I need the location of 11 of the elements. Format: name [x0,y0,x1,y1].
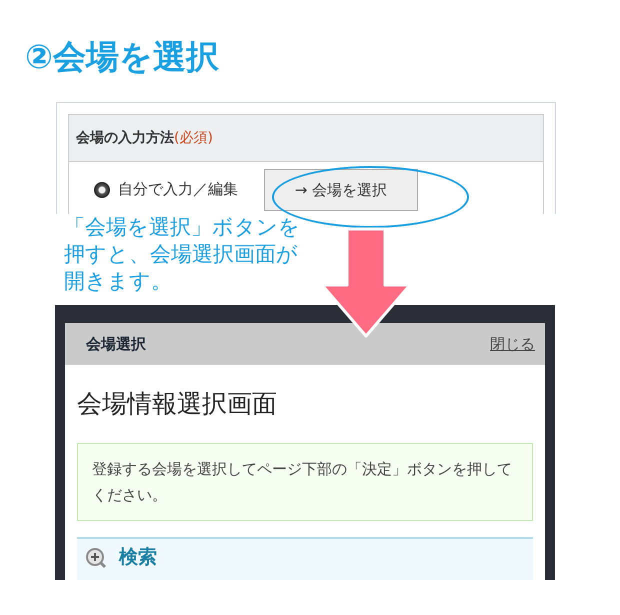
field-label: 会場の入力方法 [76,129,174,147]
close-link[interactable]: 閉じる [490,334,535,354]
callout-text: 「会場を選択」ボタンを押すと、会場選択画面が開きます。 [64,214,301,295]
notice-text: 登録する会場を選択してページ下部の「決定」ボタンを押してください。 [92,460,512,504]
required-note: (必須) [174,129,213,147]
dialog-title: 会場選択 [86,334,146,354]
select-venue-button[interactable]: → 会場を選択 [264,169,418,211]
step-heading: ②会場を選択 [24,36,220,78]
search-toggle[interactable]: 検索 [119,545,157,569]
page-title: 会場情報選択画面 [77,388,278,420]
radio-label[interactable]: 自分で入力／編集 [118,180,238,199]
